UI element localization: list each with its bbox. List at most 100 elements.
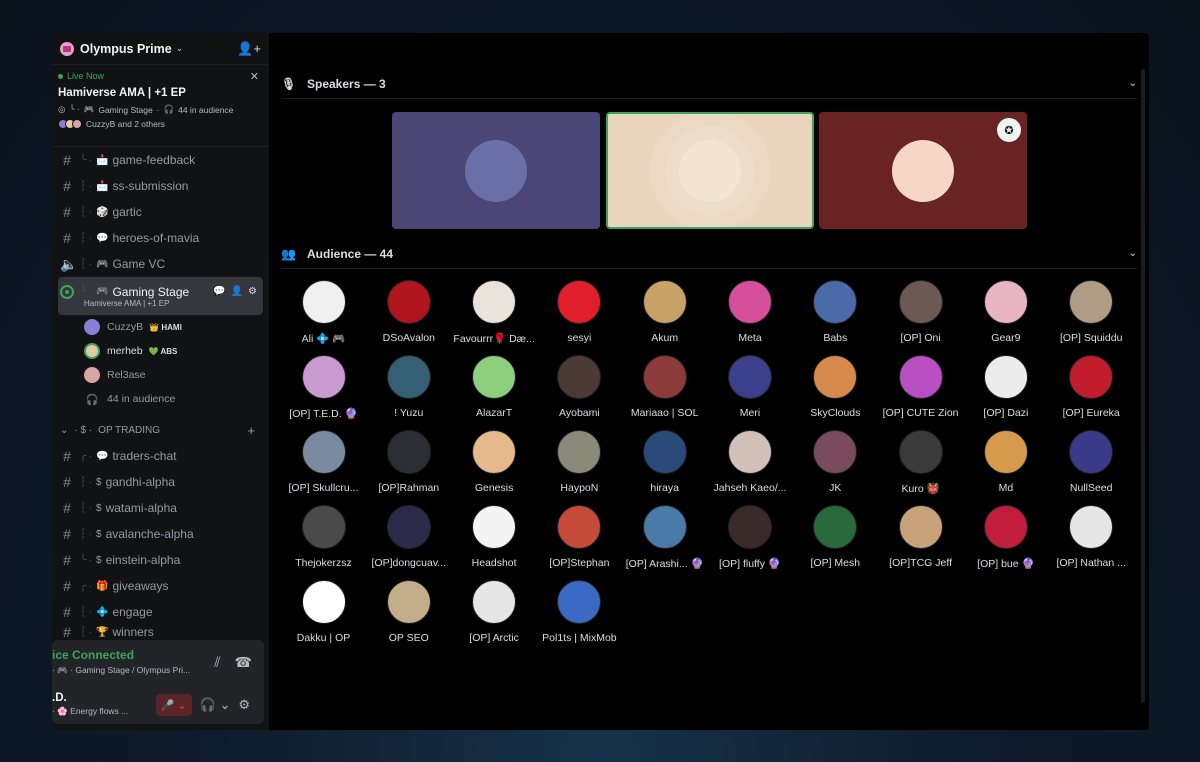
channel-gandhi-alpha[interactable]: # ┆ · $ gandhi-alpha <box>58 469 263 495</box>
channel-giveaways[interactable]: # ╭ · 🎁 giveaways <box>58 573 263 599</box>
audience-member-name: [OP] fluffy 🔮 <box>719 558 781 570</box>
audience-member[interactable]: DSoAvalon <box>366 280 451 355</box>
disconnect-icon[interactable]: ☎ <box>235 654 252 671</box>
live-stage-card[interactable]: Live Now ✕ Hamiverse AMA | +1 EP ◎ ╰ · 🎮… <box>52 65 269 147</box>
avatar <box>983 430 1028 474</box>
gear-icon[interactable]: ⚙ <box>248 286 257 297</box>
chevron-down-icon[interactable]: ⌄ <box>1129 248 1137 259</box>
stage-audience-count: 🎧 44 in audience <box>58 387 263 411</box>
headphones-icon[interactable]: 🎧 ⌄ <box>200 697 231 713</box>
voice-member[interactable]: CuzzyB 👑 HAMI <box>58 315 263 339</box>
avatar <box>898 355 943 399</box>
mute-mic-button[interactable]: 🎤 ⌄ <box>155 694 192 716</box>
invite-icon[interactable]: 👤 <box>231 286 243 297</box>
audience-member[interactable]: Kuro 👹 <box>878 430 963 505</box>
channel-game-vc[interactable]: 🔈 ┆ · 🎮 Game VC <box>58 251 263 277</box>
add-channel-icon[interactable]: + <box>247 423 255 438</box>
audience-member[interactable]: HaypoN <box>537 430 622 505</box>
avatar <box>679 139 741 202</box>
audience-member[interactable]: Pol1ts | MixMob <box>537 580 622 655</box>
audience-member[interactable]: Meta <box>708 280 793 355</box>
audience-header[interactable]: 👥 Audience — 44 ⌄ <box>281 239 1137 269</box>
close-icon[interactable]: ✕ <box>250 70 259 83</box>
audience-member[interactable]: [OP] T.E.D. 🔮 <box>281 355 366 430</box>
audience-member[interactable]: [OP] Squiddu <box>1049 280 1134 355</box>
scrollbar[interactable] <box>1141 69 1145 703</box>
audience-member[interactable]: Mariaao | SOL <box>622 355 707 430</box>
audience-member[interactable]: NullSeed <box>1049 430 1134 505</box>
channel-emoji: 💬 <box>96 450 109 462</box>
noise-suppression-icon[interactable]: ⫽ <box>214 654 220 671</box>
audience-member[interactable]: [OP] bue 🔮 <box>963 505 1048 580</box>
hash-icon: # <box>63 448 71 464</box>
headphones-icon: 🎧 <box>163 104 175 114</box>
audience-member[interactable]: Babs <box>793 280 878 355</box>
channel-gartic[interactable]: # ┆ · 🎲 gartic <box>58 199 263 225</box>
audience-member[interactable]: [OP] Nathan ... <box>1049 505 1134 580</box>
audience-member[interactable]: [OP] Oni <box>878 280 963 355</box>
channel-game-feedback[interactable]: # ╰ · 📩 game-feedback <box>58 147 263 173</box>
audience-member[interactable]: ! Yuzu <box>366 355 451 430</box>
audience-member[interactable]: [OP]Stephan <box>537 505 622 580</box>
audience-member[interactable]: [OP] Arashi... 🔮 <box>622 505 707 580</box>
gear-icon[interactable]: ⚙ <box>238 697 250 713</box>
channel-heroes-of-mavia[interactable]: # ┆ · 💬 heroes-of-mavia <box>58 225 263 251</box>
channel-traders-chat[interactable]: # ╭ · 💬 traders-chat <box>58 443 263 469</box>
audience-member[interactable]: [OP] fluffy 🔮 <box>708 505 793 580</box>
voice-member[interactable]: merheb 💚 ABS <box>58 339 263 363</box>
channel-einstein-alpha[interactable]: # ╰ · $ einstein-alpha <box>58 547 263 573</box>
dot-separator: · <box>156 104 160 115</box>
audience-member[interactable]: Akum <box>622 280 707 355</box>
audience-member[interactable]: [OP] Eureka <box>1049 355 1134 430</box>
audience-member-name: Genesis <box>474 482 514 494</box>
audience-member-name: Jahseh Kaeo/... <box>713 482 787 494</box>
audience-member[interactable]: [OP] Skullcru... <box>281 430 366 505</box>
stage-icon <box>60 284 74 299</box>
audience-member[interactable]: Md <box>963 430 1048 505</box>
audience-member[interactable]: [OP]Rahman <box>366 430 451 505</box>
channel-gaming-stage[interactable]: ╰ · 🎮 Gaming Stage 💬 👤 ⚙ Hamiverse AMA |… <box>58 277 263 315</box>
channel-watami-alpha[interactable]: # ┆ · $ watami-alpha <box>58 495 263 521</box>
audience-member-name: Meri <box>739 407 761 419</box>
voice-member[interactable]: Rel3ase <box>58 363 263 387</box>
category-op-trading[interactable]: ⌄ · $ · OP TRADING + <box>58 417 263 443</box>
audience-member[interactable]: [OP] Arctic <box>452 580 537 655</box>
audience-member[interactable]: Thejokerzsz <box>281 505 366 580</box>
speaker-tile[interactable] <box>606 112 814 229</box>
channel-ss-submission[interactable]: # ┆ · 📩 ss-submission <box>58 173 263 199</box>
audience-member[interactable]: [OP]TCG Jeff <box>878 505 963 580</box>
audience-member[interactable]: [OP]dongcuav... <box>366 505 451 580</box>
add-member-icon[interactable]: 👤+ <box>237 41 261 57</box>
speaker-tile[interactable] <box>392 112 600 229</box>
audience-member[interactable]: AlazarT <box>452 355 537 430</box>
audience-member[interactable]: [OP] CUTE Zion <box>878 355 963 430</box>
avatar <box>472 580 517 624</box>
audience-member[interactable]: JK <box>793 430 878 505</box>
avatar <box>472 430 517 474</box>
audience-member[interactable]: [OP] Dazi <box>963 355 1048 430</box>
server-header[interactable]: Olympus Prime ⌄ 👤+ <box>52 33 269 65</box>
speaker-tile[interactable]: ✪ <box>819 112 1027 229</box>
channel-avalanche-alpha[interactable]: # ┆ · $ avalanche-alpha <box>58 521 263 547</box>
audience-member[interactable]: Dakku | OP <box>281 580 366 655</box>
audience-member[interactable]: Favourrr🌹 Dæ... <box>452 280 537 355</box>
audience-member[interactable]: Genesis <box>452 430 537 505</box>
audience-member[interactable]: Meri <box>708 355 793 430</box>
chat-icon[interactable]: 💬 <box>213 286 225 297</box>
audience-member[interactable]: Ali 💠 🎮 <box>281 280 366 355</box>
audience-member[interactable]: sesyi <box>537 280 622 355</box>
audience-member[interactable]: Gear9 <box>963 280 1048 355</box>
audience-member[interactable]: Headshot <box>452 505 537 580</box>
channel-engage[interactable]: # ┆ · 💠 engage <box>58 599 263 625</box>
speakers-header[interactable]: 🎙 Speakers — 3 ⌄ <box>281 69 1137 99</box>
channel-winners[interactable]: # ┆ · 🏆 winners <box>58 625 263 639</box>
audience-member[interactable]: [OP] Mesh <box>793 505 878 580</box>
audience-member-name: [OP] Squiddu <box>1059 332 1123 344</box>
audience-member[interactable]: Jahseh Kaeo/... <box>708 430 793 505</box>
audience-member[interactable]: hiraya <box>622 430 707 505</box>
chevron-down-icon[interactable]: ⌄ <box>1129 78 1137 89</box>
member-tag-label: HAMI <box>161 322 182 332</box>
audience-member[interactable]: OP SEO <box>366 580 451 655</box>
audience-member[interactable]: SkyClouds <box>793 355 878 430</box>
audience-member[interactable]: Ayobami <box>537 355 622 430</box>
